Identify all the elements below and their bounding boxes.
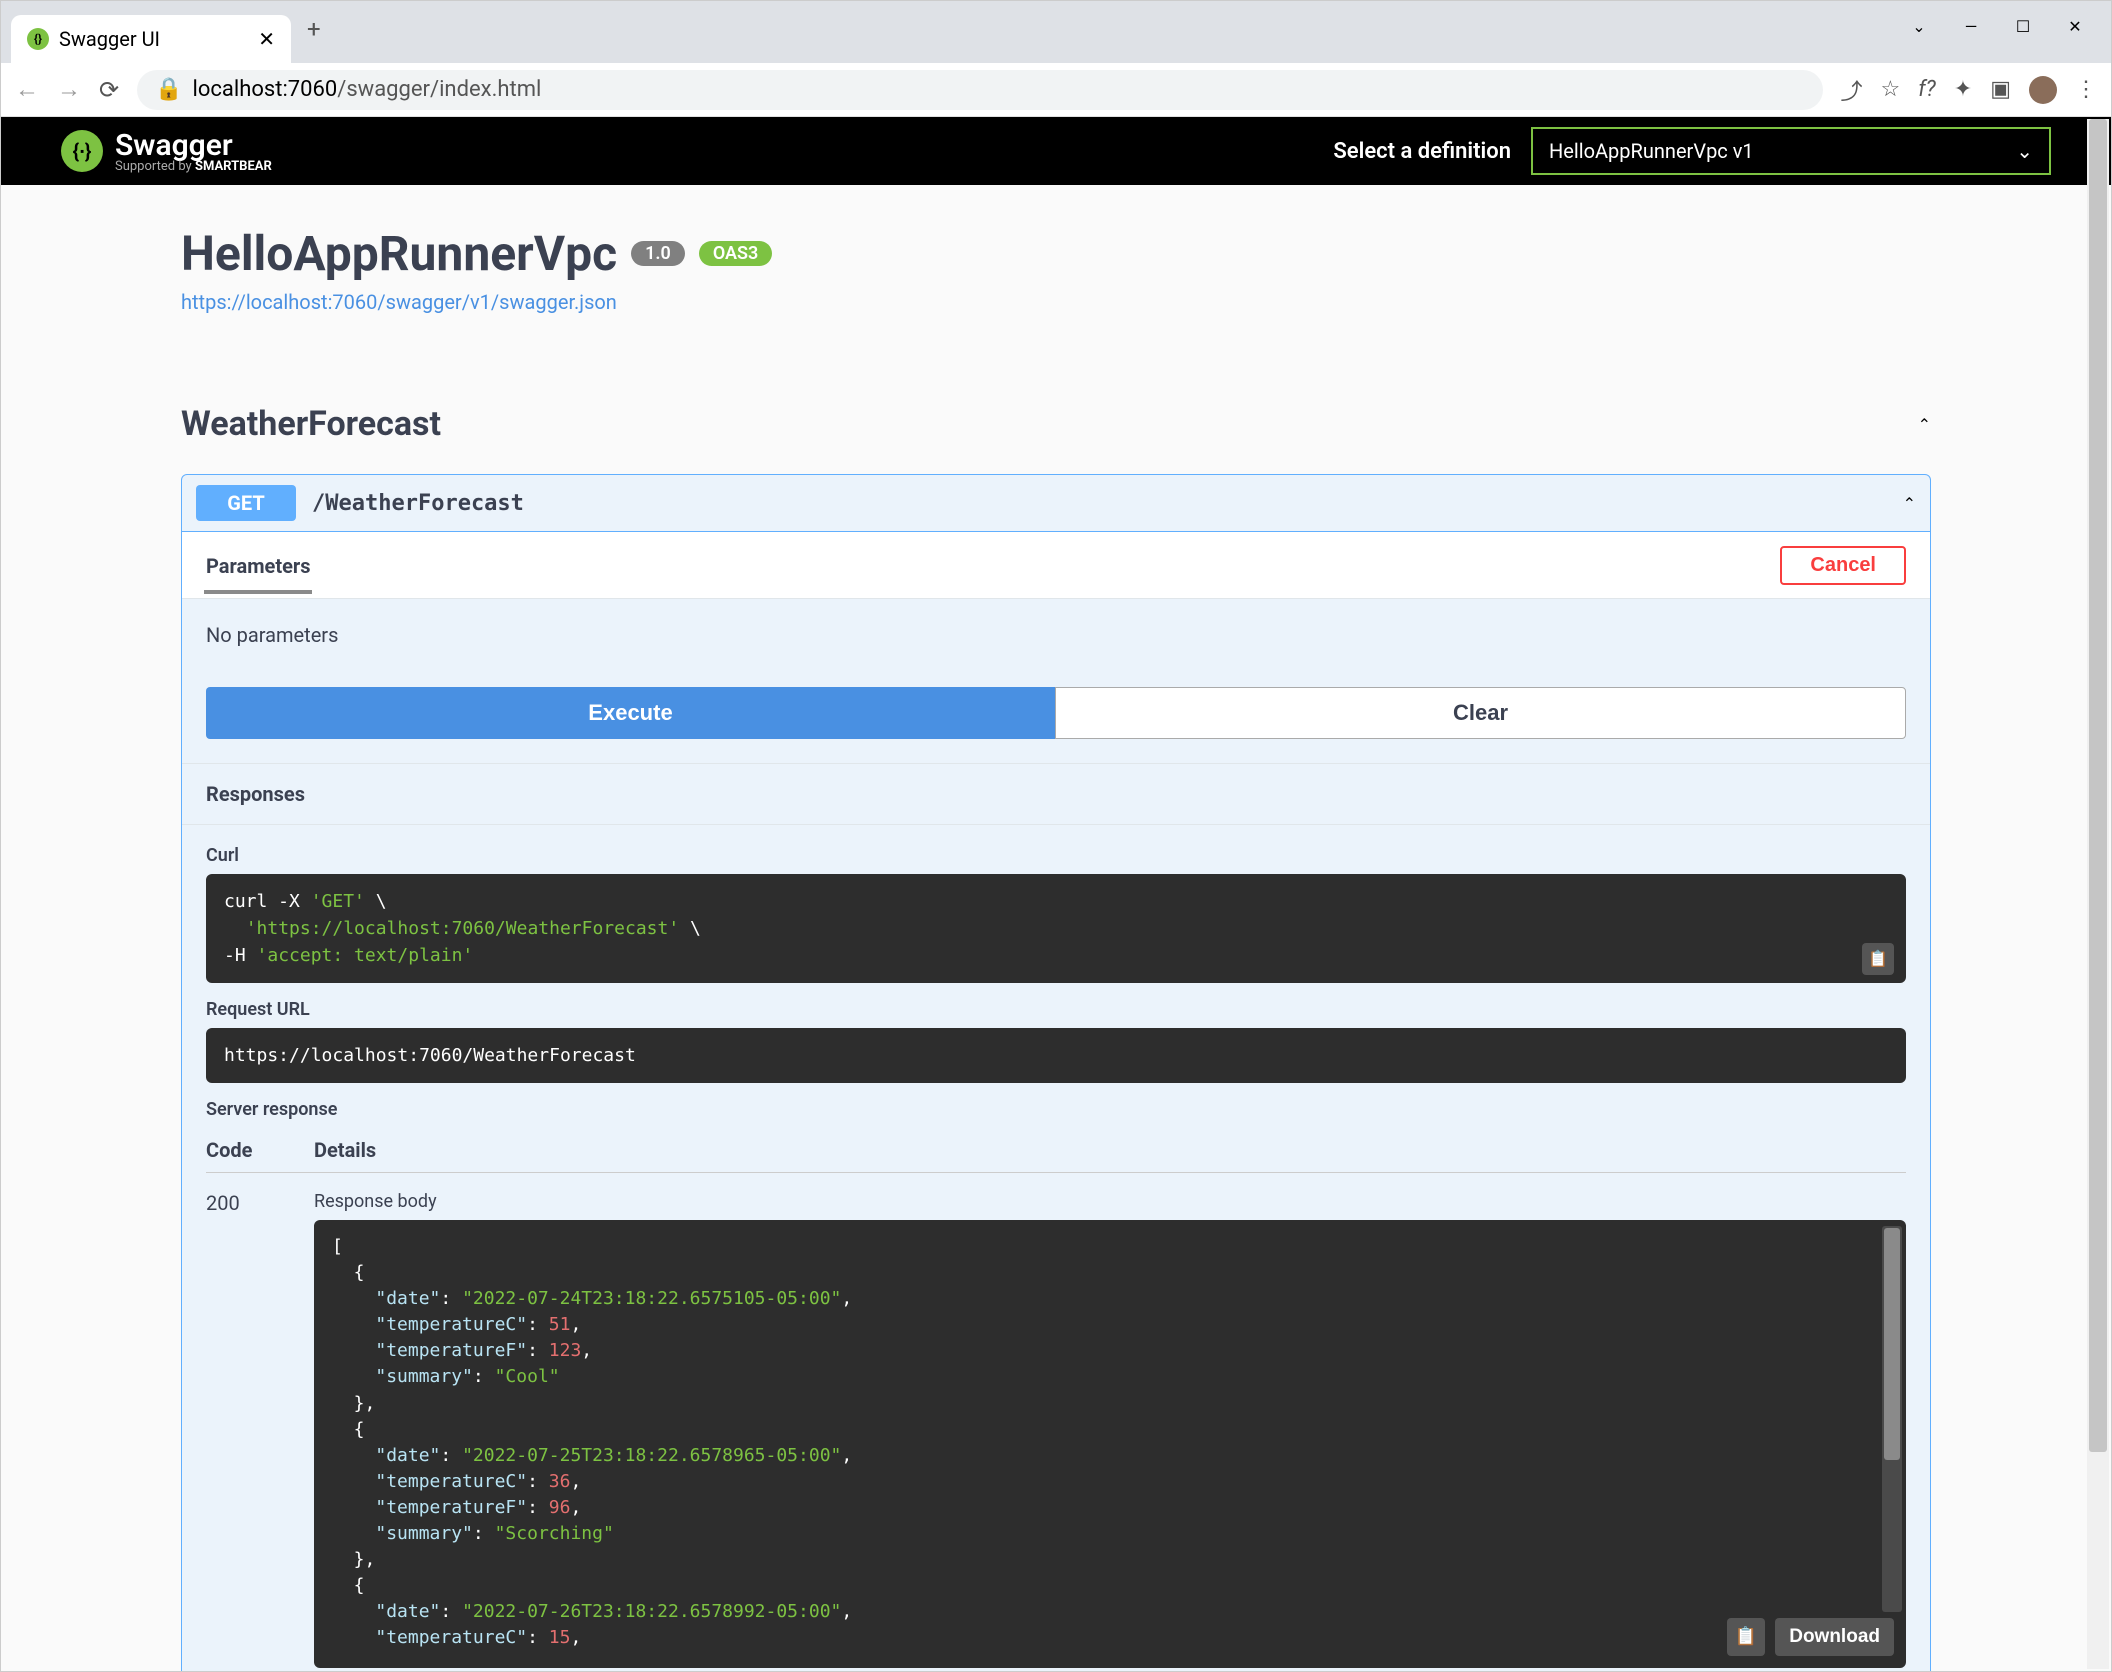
details-column-header: Details: [314, 1138, 376, 1162]
new-tab-button[interactable]: +: [291, 15, 337, 43]
request-url-value: https://localhost:7060/WeatherForecast: [224, 1045, 636, 1066]
status-code: 200: [206, 1191, 314, 1671]
swagger-logo: {∙} Swagger Supported by SMARTBEAR: [61, 128, 272, 174]
swagger-topbar: {∙} Swagger Supported by SMARTBEAR Selec…: [1, 117, 2111, 185]
page-scrollbar[interactable]: [2087, 119, 2109, 1669]
back-button[interactable]: ←: [15, 75, 39, 104]
operation-path: /WeatherForecast: [312, 491, 524, 516]
version-badge: 1.0: [631, 241, 685, 266]
page-viewport: {∙} Swagger Supported by SMARTBEAR Selec…: [1, 117, 2111, 1671]
operation-summary[interactable]: GET /WeatherForecast ⌃: [182, 475, 1930, 531]
minimize-icon[interactable]: —: [1951, 11, 1991, 41]
swagger-logo-icon: {∙}: [61, 130, 103, 172]
sidepanel-icon[interactable]: ▣: [1990, 77, 2011, 102]
tag-name: WeatherForecast: [181, 404, 441, 444]
definition-select[interactable]: HelloAppRunnerVpc v1 ⌄: [1531, 127, 2051, 175]
operation-block: GET /WeatherForecast ⌃ Parameters Cancel…: [181, 474, 1931, 1671]
browser-tab[interactable]: {} Swagger UI ✕: [11, 15, 291, 63]
copy-curl-icon[interactable]: 📋: [1862, 943, 1894, 975]
extensions-icon[interactable]: ✦: [1954, 77, 1972, 102]
curl-label: Curl: [206, 845, 1906, 866]
code-column-header: Code: [206, 1138, 314, 1162]
request-url-label: Request URL: [206, 999, 1906, 1020]
share-icon[interactable]: ⤴: [1841, 74, 1863, 106]
response-body-label: Response body: [314, 1191, 1906, 1212]
supported-by: Supported by SMARTBEAR: [115, 159, 272, 174]
api-title: HelloAppRunnerVpc: [181, 225, 617, 282]
bookmark-icon[interactable]: ☆: [1881, 77, 1901, 102]
oas-badge: OAS3: [699, 241, 773, 266]
spec-url-link[interactable]: https://localhost:7060/swagger/v1/swagge…: [181, 290, 1931, 314]
tag-header[interactable]: WeatherForecast ⌃: [181, 394, 1931, 464]
url-host: localhost:7060: [193, 77, 338, 102]
parameters-heading: Parameters: [206, 554, 310, 578]
chevron-down-icon[interactable]: ⌄: [1899, 11, 1939, 41]
request-url-block: https://localhost:7060/WeatherForecast: [206, 1028, 1906, 1083]
curl-block: curl -X 'GET' \ 'https://localhost:7060/…: [206, 874, 1906, 983]
no-parameters-text: No parameters: [182, 598, 1930, 687]
execute-button[interactable]: Execute: [206, 687, 1055, 739]
address-bar[interactable]: 🔒 localhost:7060/swagger/index.html: [137, 70, 1822, 110]
browser-tabstrip: {} Swagger UI ✕ + ⌄ — ☐ ✕: [1, 1, 2111, 63]
browser-toolbar: ← → ⟳ 🔒 localhost:7060/swagger/index.htm…: [1, 63, 2111, 117]
response-body-block: [ { "date": "2022-07-24T23:18:22.6575105…: [314, 1220, 1906, 1668]
font-icon[interactable]: f?: [1918, 77, 1936, 102]
profile-avatar[interactable]: [2029, 76, 2057, 104]
response-body-scrollbar[interactable]: [1882, 1226, 1902, 1612]
menu-icon[interactable]: ⋮: [2075, 77, 2097, 102]
reload-button[interactable]: ⟳: [99, 76, 119, 104]
close-window-icon[interactable]: ✕: [2055, 11, 2095, 41]
maximize-icon[interactable]: ☐: [2003, 11, 2043, 41]
lock-icon: 🔒: [155, 77, 182, 102]
download-button[interactable]: Download: [1775, 1618, 1894, 1656]
clear-button[interactable]: Clear: [1055, 687, 1906, 739]
server-response-label: Server response: [206, 1099, 1906, 1120]
tab-close-icon[interactable]: ✕: [258, 27, 275, 51]
definition-selected: HelloAppRunnerVpc v1: [1549, 139, 1754, 163]
forward-button[interactable]: →: [57, 75, 81, 104]
copy-response-icon[interactable]: 📋: [1727, 1618, 1765, 1656]
chevron-up-icon: ⌃: [1903, 494, 1916, 513]
chevron-up-icon: ⌃: [1918, 415, 1931, 434]
swagger-brand: Swagger: [115, 128, 272, 163]
responses-heading: Responses: [206, 782, 1906, 806]
favicon-icon: {}: [27, 28, 49, 50]
chevron-down-icon: ⌄: [2016, 139, 2033, 163]
http-method-badge: GET: [196, 485, 296, 521]
url-path: /swagger/index.html: [337, 77, 541, 102]
tab-title: Swagger UI: [59, 27, 160, 51]
cancel-button[interactable]: Cancel: [1780, 546, 1906, 585]
select-definition-label: Select a definition: [1333, 139, 1511, 164]
